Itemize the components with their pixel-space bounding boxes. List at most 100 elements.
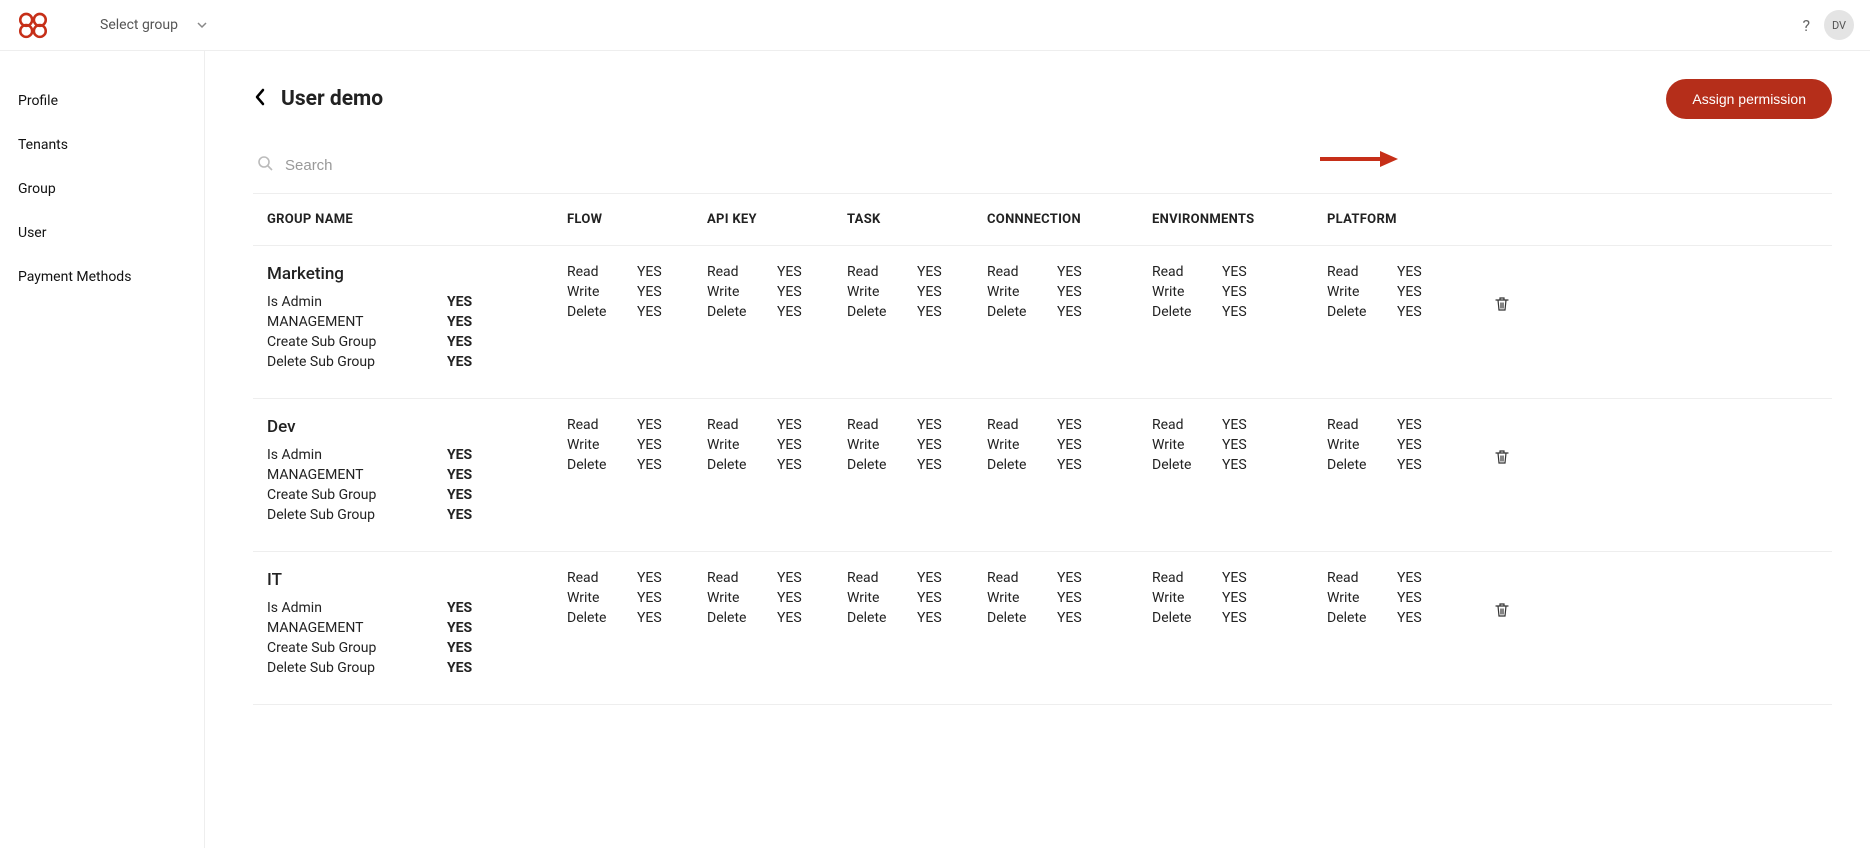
perm-label-read: Read	[1327, 570, 1373, 586]
perm-label-read: Read	[1327, 264, 1373, 280]
perm-label-delete: Delete	[847, 457, 893, 473]
perm-value: YES	[1397, 590, 1422, 606]
perm-cell-platform: ReadYESWriteYESDeleteYES	[1327, 417, 1472, 527]
perm-value: YES	[917, 284, 942, 300]
assign-permission-label: Assign permission	[1692, 91, 1806, 107]
back-button[interactable]	[253, 87, 267, 111]
perm-label-read: Read	[707, 264, 753, 280]
perm-label-delete: Delete	[987, 304, 1033, 320]
select-group-dropdown[interactable]: Select group	[100, 17, 208, 33]
sidebar: Profile Tenants Group User Payment Metho…	[0, 51, 205, 848]
perm-value: YES	[1222, 284, 1247, 300]
perm-value: YES	[637, 304, 662, 320]
attr-value: YES	[447, 354, 472, 370]
perm-value: YES	[777, 437, 802, 453]
perm-value: YES	[1397, 284, 1422, 300]
delete-cell	[1472, 417, 1532, 527]
perm-value: YES	[917, 304, 942, 320]
delete-row-button[interactable]	[1494, 296, 1510, 316]
perm-value: YES	[1222, 457, 1247, 473]
perm-cell-task: ReadYESWriteYESDeleteYES	[847, 417, 987, 527]
perm-label-read: Read	[987, 417, 1033, 433]
perm-label-delete: Delete	[987, 457, 1033, 473]
perm-value: YES	[1397, 417, 1422, 433]
perm-label-write: Write	[1327, 437, 1373, 453]
perm-value: YES	[1057, 304, 1082, 320]
perm-label-read: Read	[567, 417, 613, 433]
perm-value: YES	[1397, 570, 1422, 586]
assign-permission-button[interactable]: Assign permission	[1666, 79, 1832, 119]
attr-value: YES	[447, 640, 472, 656]
perm-cell-task: ReadYESWriteYESDeleteYES	[847, 570, 987, 680]
table-header-row: GROUP NAME FLOW API KEY TASK CONNNECTION…	[253, 194, 1832, 246]
perm-cell-platform: ReadYESWriteYESDeleteYES	[1327, 264, 1472, 374]
perm-label-delete: Delete	[1152, 610, 1198, 626]
perm-label-delete: Delete	[567, 457, 613, 473]
perm-value: YES	[1057, 610, 1082, 626]
perm-value: YES	[637, 284, 662, 300]
sidebar-item-group[interactable]: Group	[0, 167, 204, 211]
chevron-left-icon	[253, 88, 267, 106]
perm-value: YES	[637, 457, 662, 473]
perm-label-read: Read	[847, 570, 893, 586]
attr-value: YES	[447, 600, 472, 616]
sidebar-item-profile[interactable]: Profile	[0, 79, 204, 123]
perm-label-delete: Delete	[1327, 457, 1373, 473]
avatar[interactable]: DV	[1824, 10, 1854, 40]
group-cell: MarketingIs AdminYESMANAGEMENTYESCreate …	[267, 264, 567, 374]
perm-label-delete: Delete	[1327, 610, 1373, 626]
perm-cell-task: ReadYESWriteYESDeleteYES	[847, 264, 987, 374]
perm-value: YES	[777, 610, 802, 626]
perm-label-read: Read	[847, 264, 893, 280]
sidebar-item-label: Group	[18, 181, 56, 197]
perm-cell-flow: ReadYESWriteYESDeleteYES	[567, 570, 707, 680]
perm-label-write: Write	[1152, 590, 1198, 606]
perm-label-write: Write	[1152, 437, 1198, 453]
logo-icon	[16, 8, 50, 42]
perm-value: YES	[1222, 417, 1247, 433]
delete-row-button[interactable]	[1494, 602, 1510, 622]
perm-label-read: Read	[1152, 417, 1198, 433]
perm-label-delete: Delete	[847, 304, 893, 320]
perm-label-delete: Delete	[707, 457, 753, 473]
sidebar-item-payment-methods[interactable]: Payment Methods	[0, 255, 204, 299]
perm-value: YES	[1057, 590, 1082, 606]
permissions-table: GROUP NAME FLOW API KEY TASK CONNNECTION…	[253, 193, 1832, 705]
search-input[interactable]	[285, 157, 1828, 174]
col-header-task: TASK	[847, 212, 987, 227]
app-logo[interactable]	[16, 8, 50, 42]
perm-value: YES	[777, 570, 802, 586]
trash-icon	[1494, 449, 1510, 465]
help-icon[interactable]: ?	[1802, 16, 1810, 35]
perm-value: YES	[1222, 304, 1247, 320]
perm-label-read: Read	[707, 417, 753, 433]
perm-value: YES	[1397, 264, 1422, 280]
perm-label-write: Write	[847, 284, 893, 300]
perm-value: YES	[1057, 284, 1082, 300]
perm-cell-flow: ReadYESWriteYESDeleteYES	[567, 417, 707, 527]
sidebar-item-label: Payment Methods	[18, 269, 131, 285]
perm-cell-flow: ReadYESWriteYESDeleteYES	[567, 264, 707, 374]
perm-label-read: Read	[847, 417, 893, 433]
perm-value: YES	[777, 304, 802, 320]
perm-label-read: Read	[567, 570, 613, 586]
delete-row-button[interactable]	[1494, 449, 1510, 469]
perm-value: YES	[1057, 264, 1082, 280]
perm-value: YES	[917, 570, 942, 586]
trash-icon	[1494, 602, 1510, 618]
perm-cell-environments: ReadYESWriteYESDeleteYES	[1152, 417, 1327, 527]
perm-value: YES	[637, 417, 662, 433]
attr-label-create-sub: Create Sub Group	[267, 487, 447, 503]
select-group-label: Select group	[100, 17, 178, 33]
perm-label-delete: Delete	[1327, 304, 1373, 320]
sidebar-item-tenants[interactable]: Tenants	[0, 123, 204, 167]
perm-value: YES	[637, 610, 662, 626]
attr-label-is-admin: Is Admin	[267, 447, 447, 463]
perm-value: YES	[917, 610, 942, 626]
perm-value: YES	[917, 590, 942, 606]
sidebar-item-user[interactable]: User	[0, 211, 204, 255]
perm-cell-api_key: ReadYESWriteYESDeleteYES	[707, 264, 847, 374]
attr-label-management: MANAGEMENT	[267, 314, 447, 330]
perm-cell-platform: ReadYESWriteYESDeleteYES	[1327, 570, 1472, 680]
page-title: User demo	[281, 87, 383, 111]
